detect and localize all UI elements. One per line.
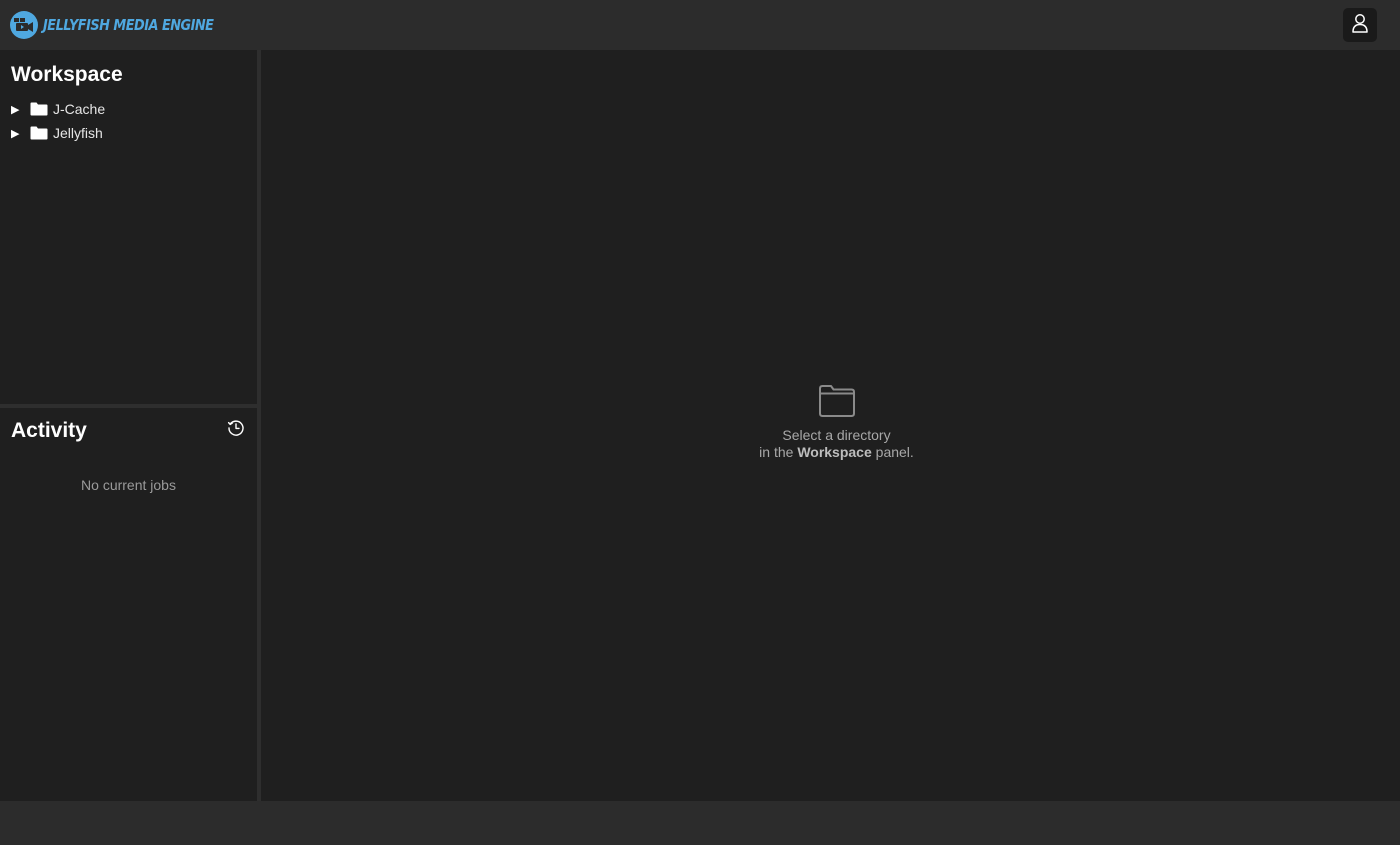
- main-content: Select a directory in the Workspace pane…: [261, 50, 1400, 801]
- empty-state-workspace-emphasis: Workspace: [797, 444, 872, 460]
- empty-state-line-1: Select a directory: [782, 427, 891, 443]
- empty-state-line-2-suffix: panel.: [871, 444, 914, 460]
- tree-item-label: J-Cache: [53, 101, 106, 117]
- folder-icon: [30, 102, 48, 116]
- workspace-title: Workspace: [11, 63, 123, 86]
- triangle-right-icon[interactable]: ▶: [11, 127, 25, 140]
- user-account-button[interactable]: [1343, 8, 1377, 42]
- camera-film-icon: [10, 11, 38, 39]
- tree-item-j-cache[interactable]: ▶ J-Cache: [11, 97, 251, 121]
- app-name: JELLYFISH MEDIA ENGINE: [43, 16, 214, 34]
- history-clock-icon: [227, 419, 245, 442]
- tree-item-label: Jellyfish: [53, 125, 103, 141]
- empty-state-line-2: in the Workspace panel.: [261, 444, 1400, 461]
- tree-item-jellyfish[interactable]: ▶ Jellyfish: [11, 121, 251, 145]
- triangle-right-icon[interactable]: ▶: [11, 103, 25, 116]
- bottom-bar: [0, 801, 1400, 845]
- activity-history-button[interactable]: [226, 419, 246, 442]
- user-icon: [1351, 13, 1369, 38]
- no-jobs-message: No current jobs: [81, 477, 176, 493]
- workspace-tree: ▶ J-Cache ▶ Jellyfish: [11, 97, 251, 145]
- folder-outline-icon: [818, 384, 856, 418]
- empty-state: Select a directory in the Workspace pane…: [261, 384, 1400, 461]
- folder-icon: [30, 126, 48, 140]
- brand[interactable]: JELLYFISH MEDIA ENGINE: [10, 10, 241, 40]
- panel-resize-handle[interactable]: [0, 404, 257, 408]
- empty-state-line-2-prefix: in the: [759, 444, 798, 460]
- activity-title: Activity: [11, 419, 87, 442]
- top-bar: JELLYFISH MEDIA ENGINE: [0, 0, 1400, 50]
